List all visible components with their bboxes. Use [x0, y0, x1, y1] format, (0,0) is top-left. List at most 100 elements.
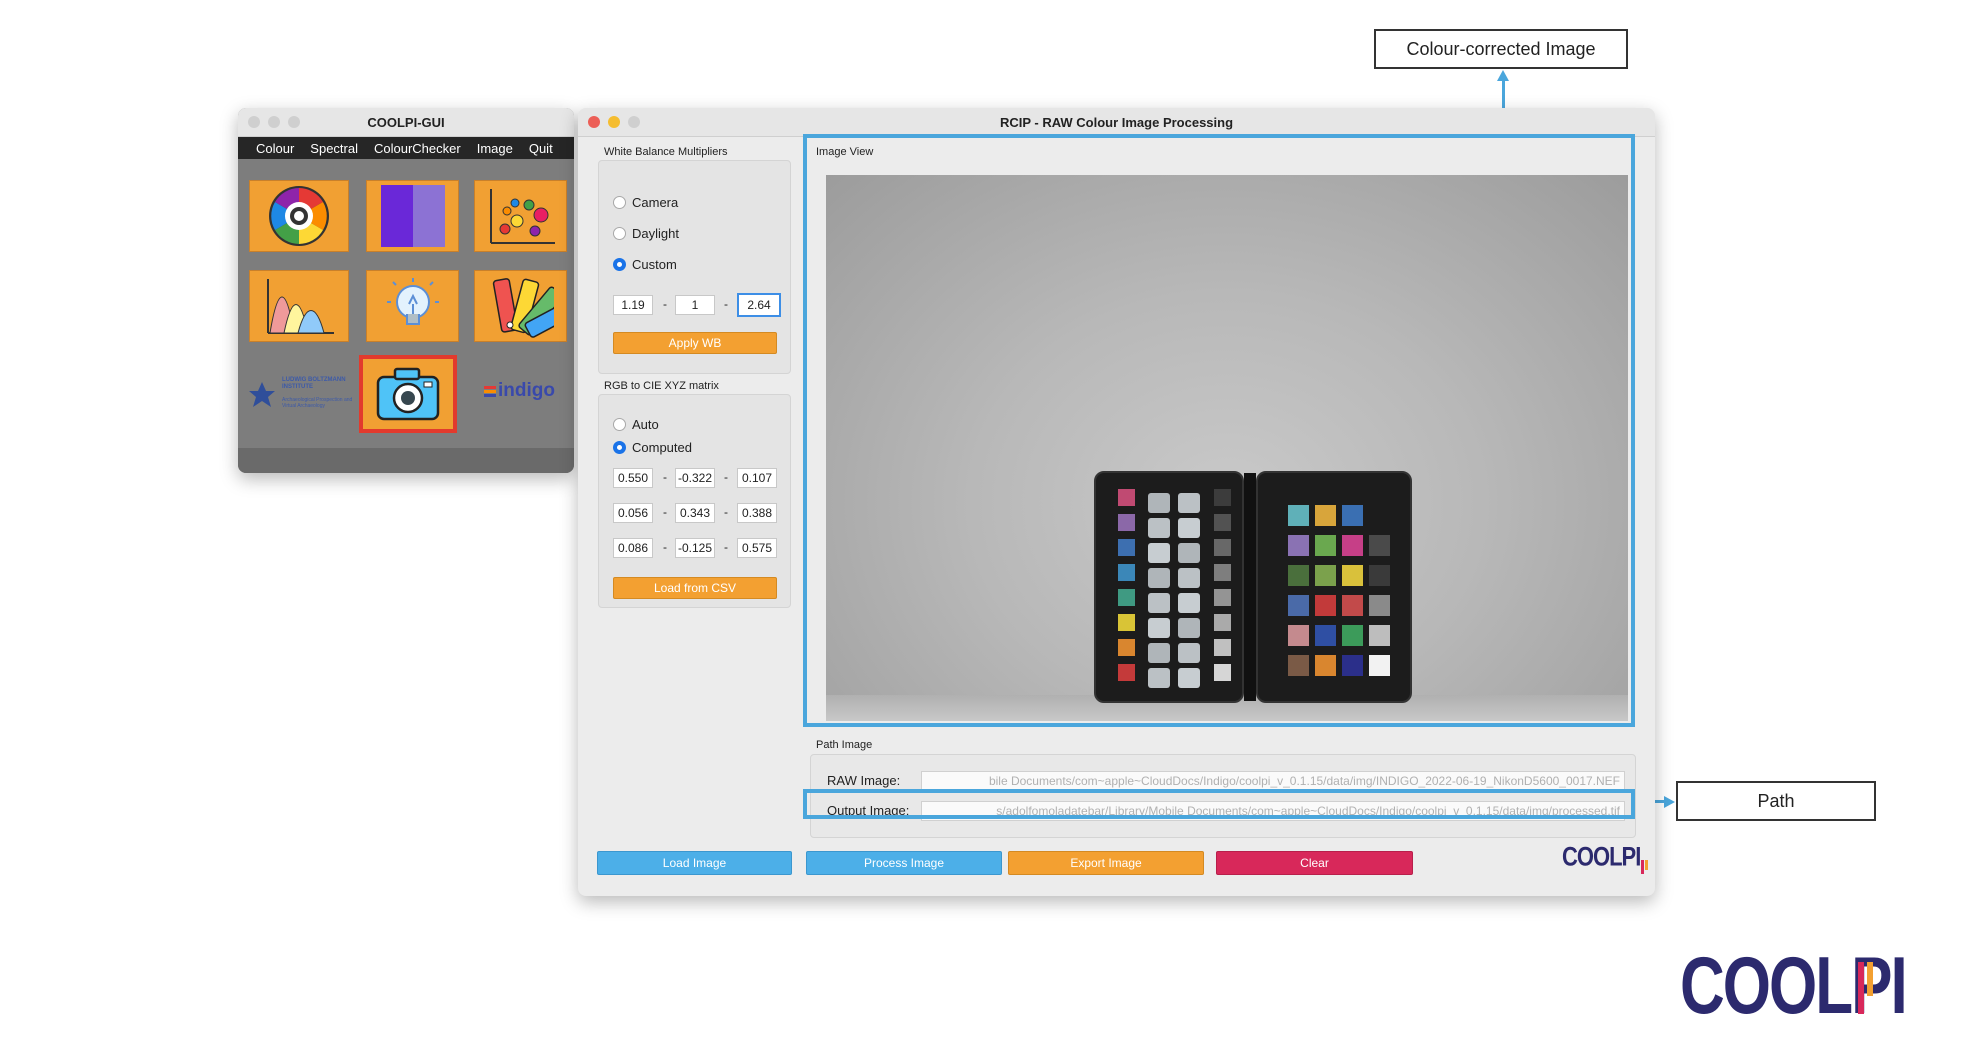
menu-quit[interactable]: Quit	[529, 141, 553, 156]
wb-group: Camera Daylight Custom 1.19 - 1 - 2.64 A…	[598, 160, 791, 374]
separator: -	[724, 470, 728, 484]
zoom-button[interactable]	[288, 116, 300, 128]
lbi-logo-text: LUDWIG BOLTZMANN INSTITUTE	[282, 377, 346, 390]
load-image-button[interactable]: Load Image	[597, 851, 792, 875]
coolpi-brand-bars-icon	[1858, 962, 1873, 1014]
path-image-label: Path Image	[816, 739, 873, 751]
rcip-window-controls	[588, 116, 640, 128]
raw-image-label: RAW Image:	[827, 773, 901, 788]
radio-dot-selected	[613, 258, 626, 271]
matrix-radio-auto[interactable]: Auto	[613, 417, 659, 432]
image-view-highlight	[803, 134, 1635, 727]
separator: -	[724, 540, 728, 554]
separator: -	[663, 540, 667, 554]
callout-path-arrowhead	[1664, 796, 1675, 808]
separator: -	[663, 297, 667, 311]
lightbulb-icon	[386, 278, 439, 325]
menu-colour[interactable]: Colour	[256, 141, 294, 156]
load-from-csv-button[interactable]: Load from CSV	[613, 577, 777, 599]
wb-group-label: White Balance Multipliers	[604, 146, 728, 158]
separator: -	[724, 297, 728, 311]
indigo-logo: indigo	[484, 376, 564, 406]
coolpi-gui-titlebar: COOLPI-GUI	[238, 108, 574, 137]
matrix-cell-2-1[interactable]: -0.125	[675, 538, 715, 558]
rcip-title: RCIP - RAW Colour Image Processing	[999, 114, 1234, 130]
rcip-coolpi-logo: COOLPI	[1562, 840, 1649, 874]
radio-dot-selected	[613, 441, 626, 454]
colour-fan-tile[interactable]	[474, 270, 567, 342]
separator: -	[724, 505, 728, 519]
radio-dot	[613, 418, 626, 431]
wb-radio-custom[interactable]: Custom	[613, 257, 677, 272]
lbi-star-icon	[249, 382, 275, 407]
spectral-bars-icon	[380, 185, 445, 247]
matrix-cell-2-0[interactable]: 0.086	[613, 538, 653, 558]
indigo-mark-icon	[484, 386, 496, 397]
menu-colourchecker[interactable]: ColourChecker	[374, 141, 461, 156]
clear-button[interactable]: Clear	[1216, 851, 1413, 875]
matrix-radio-computed-label: Computed	[632, 440, 692, 455]
matrix-cell-1-0[interactable]: 0.056	[613, 503, 653, 523]
radio-dot	[613, 227, 626, 240]
matrix-cell-1-1[interactable]: 0.343	[675, 503, 715, 523]
camera-tile[interactable]	[359, 355, 457, 433]
menu-spectral[interactable]: Spectral	[310, 141, 358, 156]
wb-radio-camera-label: Camera	[632, 195, 679, 210]
separator: -	[663, 505, 667, 519]
scatter-tile[interactable]	[474, 180, 567, 252]
spectra-curves-icon	[267, 279, 334, 334]
wb-multiplier-b[interactable]: 2.64	[737, 293, 781, 317]
lbi-logo: LUDWIG BOLTZMANN INSTITUTE Archaeologica…	[248, 373, 358, 415]
rcip-coolpi-logo-text: COOLPI	[1562, 841, 1641, 872]
wb-radio-daylight[interactable]: Daylight	[613, 226, 679, 241]
coolpi-gui-window: COOLPI-GUI Colour Spectral ColourChecker…	[238, 108, 574, 473]
matrix-radio-auto-label: Auto	[632, 417, 659, 432]
matrix-cell-0-1[interactable]: -0.322	[675, 468, 715, 488]
callout-colour-corrected-text: Colour-corrected Image	[1406, 38, 1596, 59]
colour-wheel-tile[interactable]	[249, 180, 349, 252]
window-controls	[248, 116, 300, 128]
output-path-highlight	[803, 789, 1635, 819]
rcip-minimize-button[interactable]	[608, 116, 620, 128]
callout-colour-corrected: Colour-corrected Image	[1374, 29, 1628, 69]
coolpi-brand-logo: COOLPI	[1680, 940, 1908, 1040]
close-button[interactable]	[248, 116, 260, 128]
rcip-logo-bars-icon	[1641, 860, 1649, 874]
apply-wb-button[interactable]: Apply WB	[613, 332, 777, 354]
scatter-plot-icon	[489, 189, 555, 244]
spectra-curves-tile[interactable]	[249, 270, 349, 342]
camera-icon	[376, 367, 440, 421]
illuminant-tile[interactable]	[366, 270, 459, 342]
matrix-cell-0-2[interactable]: 0.107	[737, 468, 777, 488]
wb-multiplier-r[interactable]: 1.19	[613, 295, 653, 315]
lbi-logo-subtext: Archaeological Prospection and Virtual A…	[282, 397, 353, 409]
matrix-cell-2-2[interactable]: 0.575	[737, 538, 777, 558]
callout-path: Path	[1676, 781, 1876, 821]
matrix-cell-1-2[interactable]: 0.388	[737, 503, 777, 523]
coolpi-gui-statusbar	[238, 448, 574, 473]
coolpi-gui-menubar: Colour Spectral ColourChecker Image Quit	[238, 137, 574, 159]
separator: -	[663, 470, 667, 484]
rcip-titlebar: RCIP - RAW Colour Image Processing	[578, 108, 1655, 137]
wb-multiplier-g[interactable]: 1	[675, 295, 715, 315]
menu-image[interactable]: Image	[477, 141, 513, 156]
rcip-zoom-button[interactable]	[628, 116, 640, 128]
matrix-group: Auto Computed 0.550 - -0.322 - 0.107 0.0…	[598, 394, 791, 608]
wb-radio-camera[interactable]: Camera	[613, 195, 678, 210]
colour-wheel-icon	[269, 186, 329, 246]
wb-radio-custom-label: Custom	[632, 257, 677, 272]
raw-image-path-field[interactable]: bile Documents/com~apple~CloudDocs/Indig…	[921, 771, 1625, 791]
matrix-radio-computed[interactable]: Computed	[613, 440, 692, 455]
rcip-close-button[interactable]	[588, 116, 600, 128]
minimize-button[interactable]	[268, 116, 280, 128]
spectral-tile[interactable]	[366, 180, 459, 252]
radio-dot	[613, 196, 626, 209]
wb-radio-daylight-label: Daylight	[632, 226, 679, 241]
matrix-group-label: RGB to CIE XYZ matrix	[604, 380, 719, 392]
callout-colour-corrected-arrowhead	[1497, 70, 1509, 81]
indigo-logo-text: indigo	[498, 380, 555, 401]
callout-path-text: Path	[1757, 790, 1795, 811]
process-image-button[interactable]: Process Image	[806, 851, 1002, 875]
matrix-cell-0-0[interactable]: 0.550	[613, 468, 653, 488]
export-image-button[interactable]: Export Image	[1008, 851, 1204, 875]
